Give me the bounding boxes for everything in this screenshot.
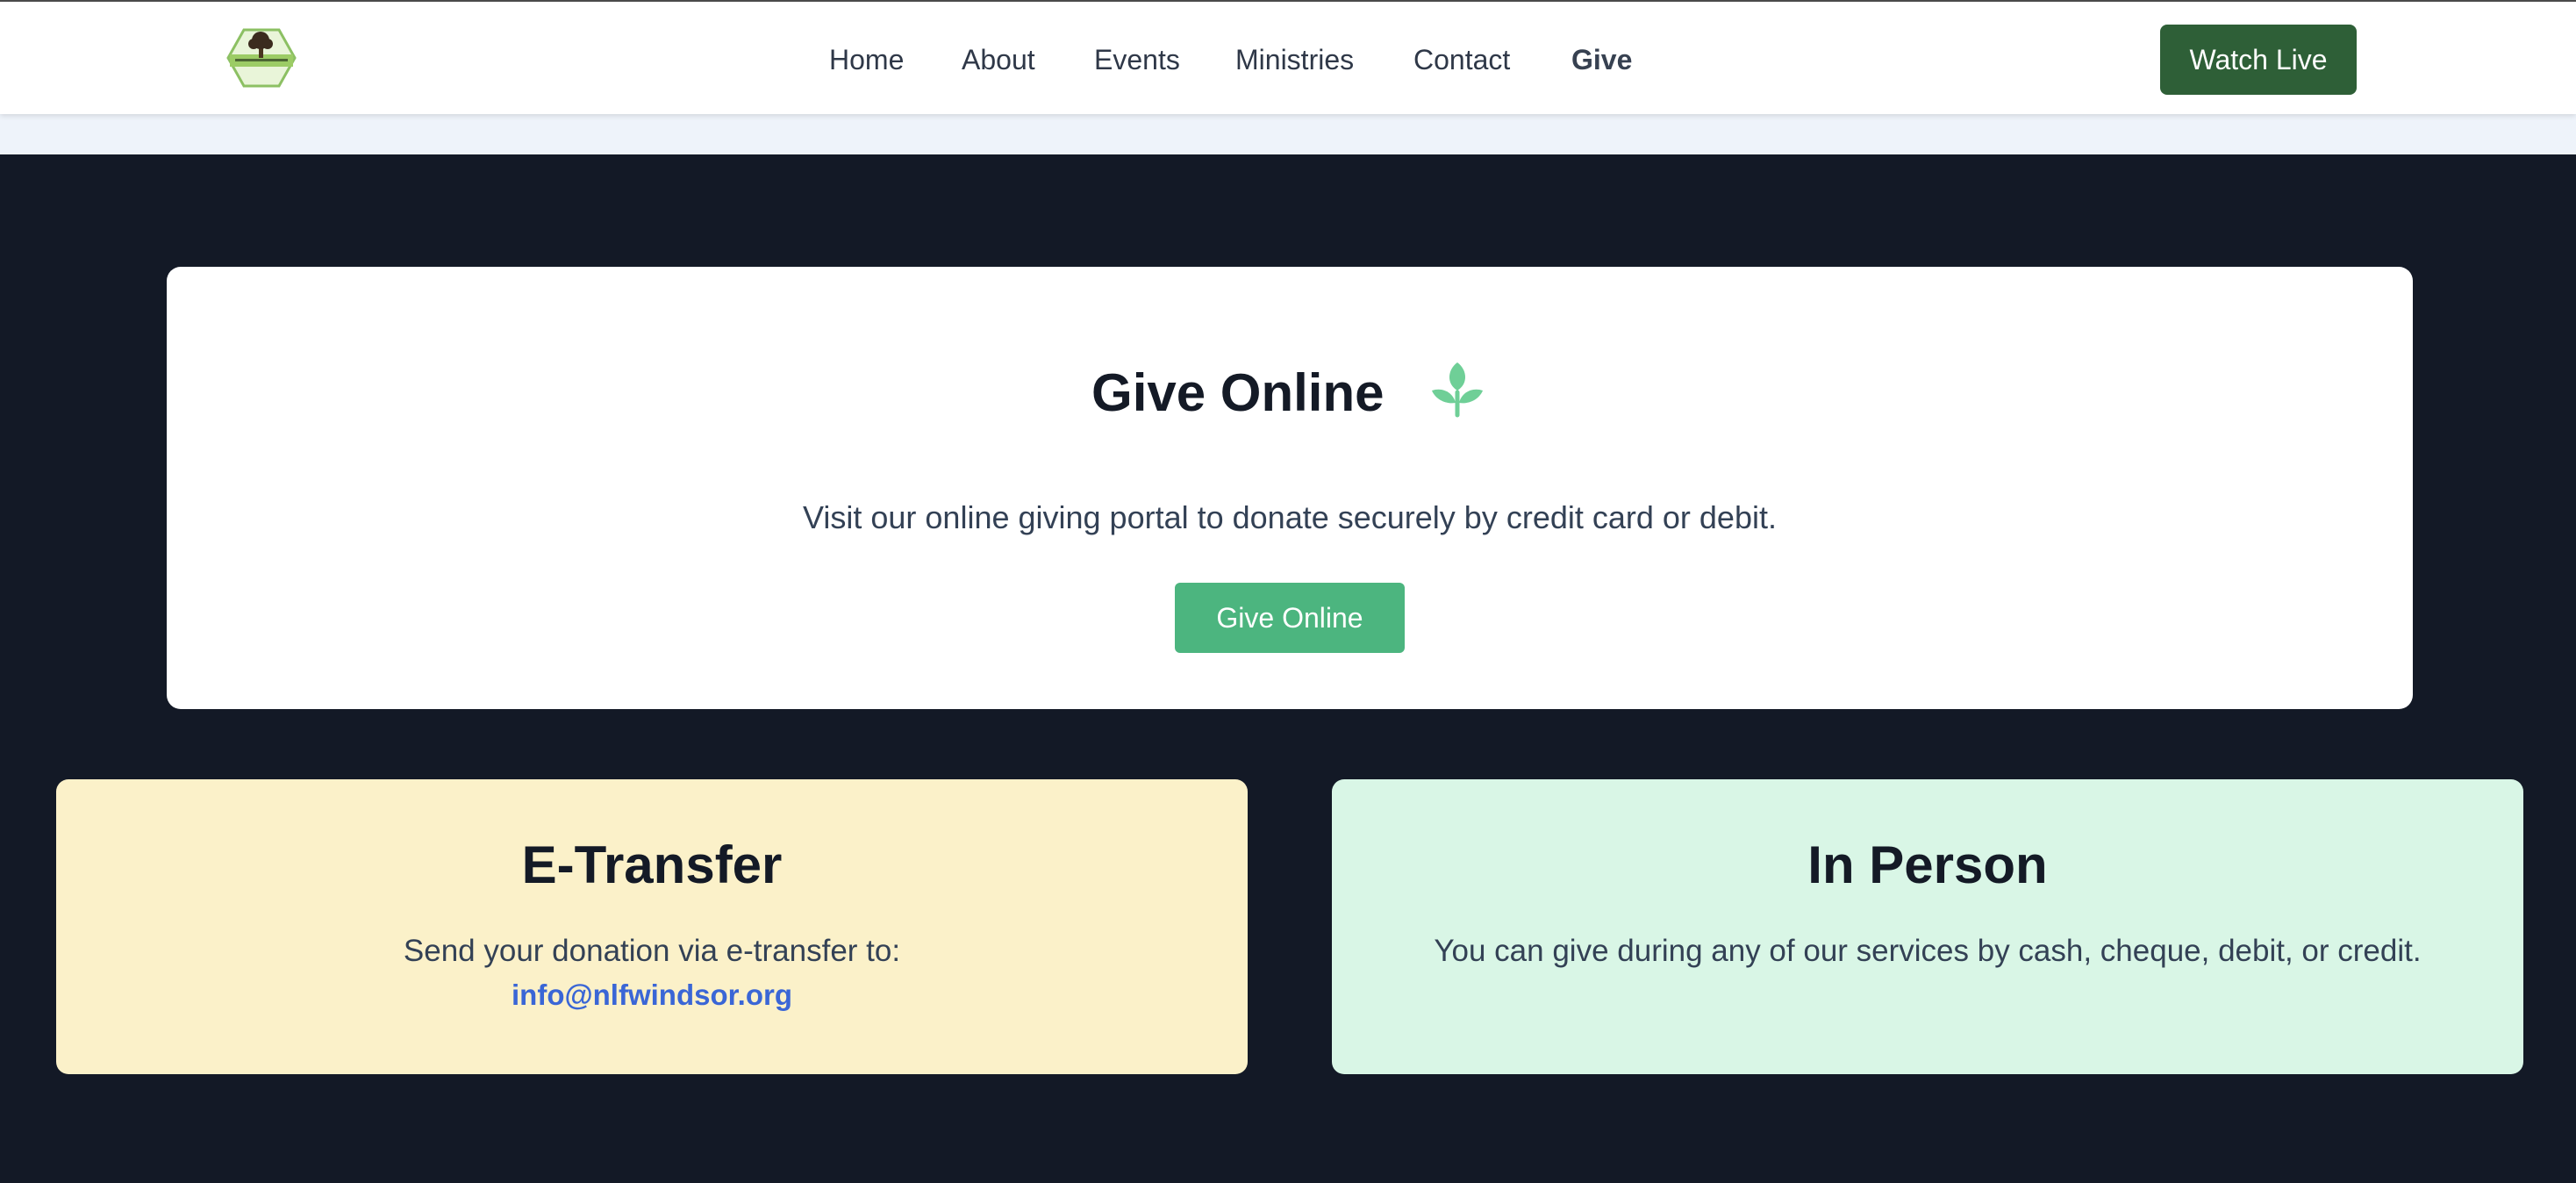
site-header: Home About Events Ministries Contact Giv… [0, 0, 2576, 114]
nav-home[interactable]: Home [829, 42, 904, 77]
nav-give[interactable]: Give [1571, 42, 1632, 77]
in-person-text: You can give during any of our services … [1434, 934, 2422, 968]
in-person-card: In Person You can give during any of our… [1332, 779, 2523, 1074]
give-online-description: Visit our online giving portal to donate… [803, 499, 1777, 535]
nav-about[interactable]: About [962, 42, 1035, 77]
give-online-title: Give Online [1091, 363, 1385, 422]
etransfer-title: E-Transfer [521, 835, 783, 894]
watch-live-button[interactable]: Watch Live [2160, 25, 2357, 95]
site-logo[interactable] [226, 28, 297, 88]
nav-contact[interactable]: Contact [1413, 42, 1510, 77]
etransfer-card: E-Transfer Send your donation via e-tran… [56, 779, 1248, 1074]
sprout-icon [1427, 361, 1488, 422]
etransfer-text: Send your donation via e-transfer to: [403, 934, 901, 968]
give-online-title-row: Give Online [167, 358, 2413, 428]
page: Home About Events Ministries Contact Giv… [0, 0, 2576, 1183]
in-person-title: In Person [1807, 835, 2048, 894]
church-tree-logo-icon [226, 28, 297, 88]
nav-events[interactable]: Events [1094, 42, 1180, 77]
etransfer-email-link[interactable]: info@nlfwindsor.org [56, 974, 1248, 1016]
nav-ministries[interactable]: Ministries [1235, 42, 1354, 77]
give-online-card: Give Online Visit our online giving port… [167, 267, 2413, 709]
header-underband [0, 114, 2576, 154]
give-online-button[interactable]: Give Online [1175, 583, 1405, 653]
